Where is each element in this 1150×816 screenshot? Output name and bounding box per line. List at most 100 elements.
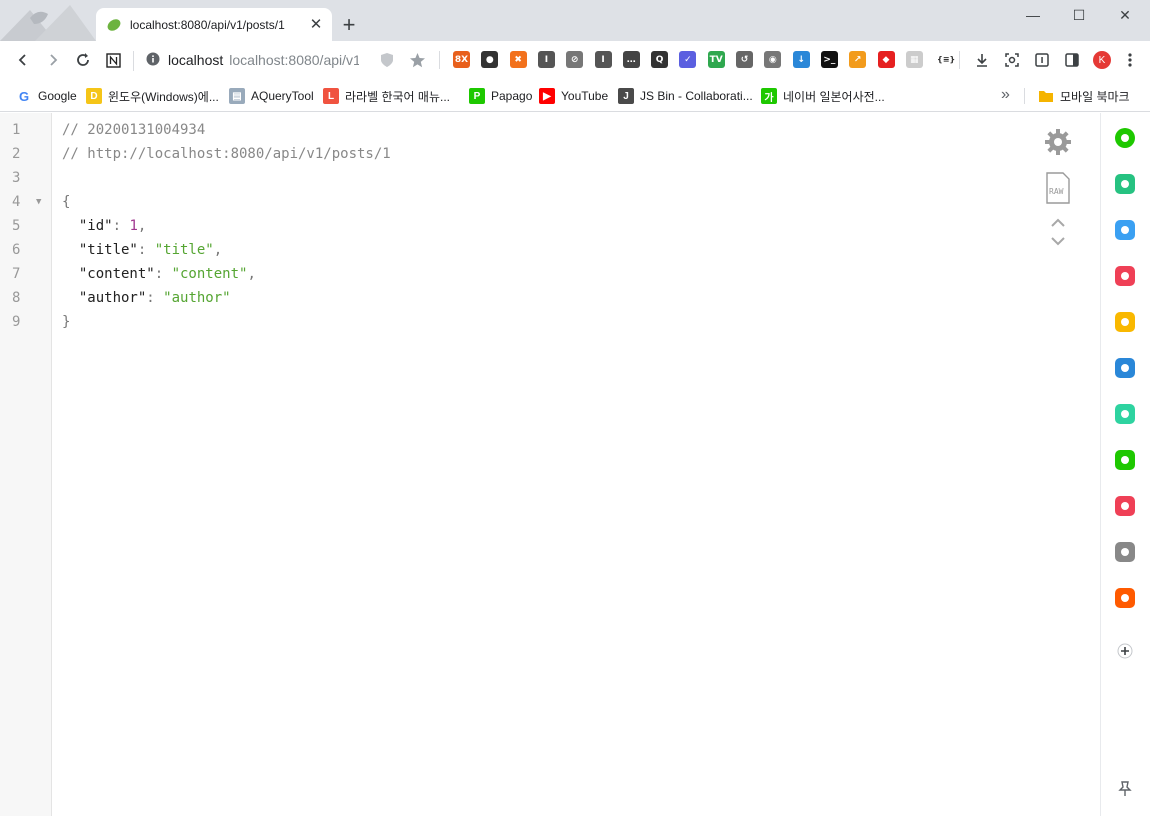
profile-avatar[interactable]: K: [1089, 47, 1115, 73]
notion-icon[interactable]: [100, 47, 126, 73]
tab-close-icon[interactable]: ✕: [308, 16, 324, 33]
memo-icon[interactable]: [1115, 450, 1135, 470]
folder-icon: [1039, 91, 1053, 102]
header-decoration: [0, 5, 96, 41]
raw-button[interactable]: RAW: [1046, 172, 1070, 204]
back-button[interactable]: [10, 47, 36, 73]
settings-gear-icon[interactable]: [1044, 128, 1072, 156]
bookmark-favicon-icon: 가: [761, 88, 777, 104]
json-viewer: 1 // 20200131004934 2 // http://localhost:8…: [0, 118, 1000, 334]
toolbar-divider: [959, 51, 960, 69]
bookmark-item[interactable]: ▶ YouTube: [539, 87, 608, 105]
fold-toggle-icon[interactable]: ▼: [36, 190, 41, 214]
line-number: 1: [12, 122, 21, 138]
expand-down-icon[interactable]: [1050, 236, 1066, 246]
spring-leaf-icon: [107, 18, 121, 31]
line-number: 8: [12, 290, 21, 306]
toolbar-divider: [439, 51, 440, 69]
extension-icon[interactable]: ↓: [792, 51, 810, 68]
bookmark-star-icon[interactable]: [404, 47, 430, 73]
whale-home-icon[interactable]: [1115, 128, 1135, 148]
bookmark-item[interactable]: D 윈도우(Windows)에...: [86, 87, 219, 105]
sidebar-toggle-icon[interactable]: [1059, 47, 1085, 73]
info-icon[interactable]: [146, 52, 160, 66]
extension-icon[interactable]: ✖: [509, 51, 527, 68]
line-number: 5: [12, 218, 21, 234]
code-line: 8 "author": "author": [0, 286, 1000, 310]
papago-icon[interactable]: [1115, 358, 1135, 378]
pocket-icon[interactable]: [1115, 266, 1135, 286]
code-line: 6 "title": "title",: [0, 238, 1000, 262]
bookmark-label: 라라벨 한국어 매뉴...: [345, 89, 450, 104]
download-icon[interactable]: [969, 47, 995, 73]
tab-strip: localhost:8080/api/v1/posts/1 ✕ + — ☐ ✕: [0, 0, 1150, 41]
code-line: 9}: [0, 310, 1000, 334]
extension-icon[interactable]: …: [622, 51, 640, 68]
extension-icon[interactable]: TV: [707, 51, 725, 68]
bookmark-item[interactable]: G Google: [16, 87, 77, 105]
collapse-up-icon[interactable]: [1050, 218, 1066, 228]
code-line: 3: [0, 166, 1000, 190]
extension-icon[interactable]: ◆: [877, 51, 895, 68]
line-number: 3: [12, 170, 21, 186]
add-panel-icon[interactable]: [1117, 643, 1133, 659]
shield-icon[interactable]: [374, 47, 400, 73]
bookmark-label: JS Bin - Collaborati...: [640, 89, 753, 103]
maximize-button[interactable]: ☐: [1056, 0, 1102, 30]
openplus-icon[interactable]: [1115, 588, 1135, 608]
active-tab[interactable]: localhost:8080/api/v1/posts/1 ✕: [96, 8, 332, 41]
minimize-button[interactable]: —: [1010, 0, 1056, 30]
code-text: }: [62, 314, 71, 330]
bookmark-favicon-icon: P: [469, 88, 485, 104]
raw-label: RAW: [1049, 187, 1064, 196]
line-number: 2: [12, 146, 21, 162]
extension-icon[interactable]: ●: [481, 51, 499, 68]
calendar-icon[interactable]: [1115, 220, 1135, 240]
bookmark-label: 윈도우(Windows)에...: [108, 89, 219, 104]
extension-icon[interactable]: 8X: [453, 51, 470, 68]
menu-icon[interactable]: [1117, 47, 1143, 73]
line-number: 4: [12, 194, 21, 210]
extension-icon[interactable]: I: [537, 51, 555, 68]
extension-icon[interactable]: Q: [651, 51, 669, 68]
extension-icon[interactable]: {≡}: [934, 51, 959, 68]
code-text: // http://localhost:8080/api/v1/posts/1: [62, 146, 391, 162]
forward-button[interactable]: [40, 47, 66, 73]
bookmarks-overflow-button[interactable]: »: [1001, 86, 1010, 104]
bookmark-label: Papago: [491, 89, 533, 103]
mobile-bookmarks-folder[interactable]: 모바일 북마크: [1038, 87, 1130, 105]
player-icon[interactable]: [1115, 404, 1135, 424]
capture-icon[interactable]: [999, 47, 1025, 73]
code-text: "content": "content",: [62, 266, 256, 282]
extension-icon[interactable]: ▦: [905, 51, 923, 68]
extension-icon[interactable]: >_: [820, 51, 838, 68]
code-line: 2 // http://localhost:8080/api/v1/posts/1: [0, 142, 1000, 166]
new-tab-button[interactable]: +: [338, 14, 360, 36]
extension-icon[interactable]: I: [594, 51, 612, 68]
notification-icon[interactable]: [1115, 174, 1135, 194]
bookmark-item[interactable]: L 라라벨 한국어 매뉴...: [323, 87, 450, 105]
favorites-icon[interactable]: [1115, 312, 1135, 332]
extension-icon[interactable]: ◉: [764, 51, 782, 68]
bookmark-item[interactable]: ▤ AQueryTool: [229, 87, 314, 105]
close-window-button[interactable]: ✕: [1102, 0, 1148, 30]
reader-mode-icon[interactable]: [1029, 47, 1055, 73]
bookmark-item[interactable]: J JS Bin - Collaborati...: [618, 87, 753, 105]
bookmark-item[interactable]: 가 네이버 일본어사전...: [761, 87, 885, 105]
reload-button[interactable]: [70, 47, 96, 73]
bookmark-item[interactable]: P Papago: [469, 87, 532, 105]
bookmark-label: 네이버 일본어사전...: [783, 89, 885, 104]
extension-icon[interactable]: ↺: [736, 51, 753, 68]
code-line: 4 ▼ {: [0, 190, 1000, 214]
character-icon[interactable]: [1115, 542, 1135, 562]
extension-icon[interactable]: ⊘: [566, 51, 584, 68]
extension-icon[interactable]: ✓: [679, 51, 697, 68]
code-text: "id": 1,: [62, 218, 147, 234]
code-text: // 20200131004934: [62, 122, 206, 138]
pin-icon[interactable]: [1118, 781, 1132, 797]
extension-icon[interactable]: ↗: [849, 51, 867, 68]
side-panel: [1100, 113, 1150, 816]
bookmark-favicon-icon: ▶: [539, 88, 555, 104]
bookmarks-bar: G Google D 윈도우(Windows)에... ▤ AQueryTool L 라라벨 …: [0, 80, 1150, 112]
twitch-icon[interactable]: [1115, 496, 1135, 516]
